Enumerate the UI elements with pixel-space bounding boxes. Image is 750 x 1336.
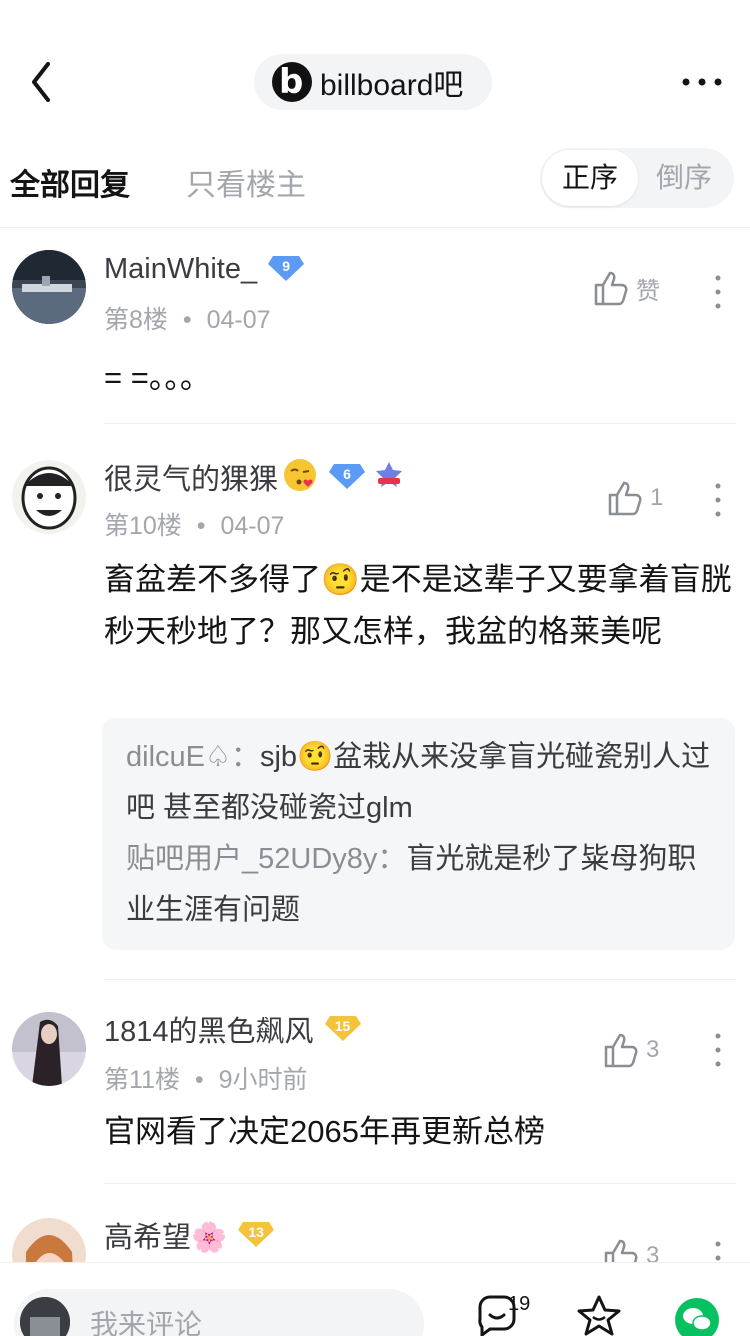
username[interactable]: MainWhite_ xyxy=(104,253,257,286)
sort-ascending-button[interactable]: 正序 xyxy=(542,150,638,206)
reply-post: 高希望🌸 13 3 xyxy=(0,1184,750,1262)
sort-toggle: 正序 倒序 xyxy=(540,148,734,208)
sub-reply-user[interactable]: dilcuE♤： xyxy=(126,741,260,773)
top-navigation-bar: b billboard吧 xyxy=(0,0,750,140)
post-more-icon[interactable] xyxy=(708,1238,728,1262)
username[interactable]: 高希望🌸 xyxy=(104,1214,227,1256)
username[interactable]: 很灵气的猓猓 xyxy=(104,456,278,498)
post-content: 官网看了决定2065年再更新总榜 xyxy=(104,1114,545,1149)
kiss-emoji-icon xyxy=(282,457,318,498)
level-badge: 15 xyxy=(324,1012,362,1047)
reply-post: 很灵气的猓猓 6 第10楼 • 04-07 1 畜盆差不多得了🤨是不是这辈子又要… xyxy=(0,424,750,980)
sub-reply: dilcuE♤：sjb🤨盆栽从来没拿盲光碰瓷别人过吧 甚至都没碰瓷过glm xyxy=(126,732,711,834)
level-badge: 9 xyxy=(267,252,305,287)
reply-post: 1814的黑色飙风 15 第11楼 • 9小时前 3 官网看了决定2065年再更… xyxy=(0,980,750,1184)
username[interactable]: 1814的黑色飙风 xyxy=(104,1008,314,1050)
member-badge-icon xyxy=(374,460,404,495)
post-meta: 第8楼 • 04-07 xyxy=(104,306,271,334)
forum-logo-icon: b xyxy=(272,62,312,102)
like-button[interactable]: 1 xyxy=(608,480,663,516)
post-date: 04-07 xyxy=(206,306,271,334)
reply-count-badge: 19 xyxy=(508,1293,531,1315)
tab-all-replies[interactable]: 全部回复 xyxy=(10,160,130,204)
post-date: 04-07 xyxy=(220,512,285,540)
username-row: 很灵气的猓猓 6 xyxy=(104,456,404,498)
username-row: 1814的黑色飙风 15 xyxy=(104,1008,362,1050)
post-date: 9小时前 xyxy=(218,1066,308,1094)
like-button[interactable]: 3 xyxy=(604,1238,659,1262)
floor-number: 第10楼 xyxy=(104,512,182,540)
username-row: 高希望🌸 13 xyxy=(104,1214,275,1256)
thumbs-up-icon xyxy=(608,481,642,516)
post-content: = =。。。 xyxy=(104,360,211,395)
floor-number: 第11楼 xyxy=(104,1066,180,1094)
star-favorite-icon[interactable] xyxy=(576,1293,622,1336)
reply-filter-tabs: 全部回复 只看楼主 正序 倒序 xyxy=(0,140,750,228)
bottom-action-bar: 我来评论 19 xyxy=(0,1262,750,1336)
like-count: 1 xyxy=(650,484,664,511)
avatar[interactable] xyxy=(12,250,86,324)
post-more-icon[interactable] xyxy=(708,272,728,312)
forum-title-pill[interactable]: b billboard吧 xyxy=(254,54,492,110)
post-more-icon[interactable] xyxy=(708,480,728,520)
avatar[interactable] xyxy=(12,1012,86,1086)
like-button[interactable]: 赞 xyxy=(594,270,660,306)
post-content: 畜盆差不多得了🤨是不是这辈子又要拿着盲胱秒天秒地了？那又怎样，我盆的格莱美呢 xyxy=(104,562,732,649)
like-count: 3 xyxy=(646,1036,660,1063)
sub-reply-user[interactable]: 贴吧用户_52UDy8y： xyxy=(126,843,406,875)
like-button[interactable]: 3 xyxy=(604,1032,659,1068)
floor-number: 第8楼 xyxy=(104,306,168,334)
like-count: 3 xyxy=(646,1242,660,1262)
reply-post: MainWhite_ 9 第8楼 • 04-07 赞 = =。。。 xyxy=(0,228,750,424)
avatar xyxy=(20,1297,70,1336)
thumbs-up-icon xyxy=(594,271,628,306)
sub-reply: 贴吧用户_52UDy8y：盲光就是秒了粊母狗职业生涯有问题 xyxy=(126,834,711,936)
sub-reply-box[interactable]: dilcuE♤：sjb🤨盆栽从来没拿盲光碰瓷别人过吧 甚至都没碰瓷过glm 贴吧… xyxy=(102,718,735,950)
thumbs-up-icon xyxy=(604,1239,638,1262)
thumbs-up-icon xyxy=(604,1033,638,1068)
more-options-icon[interactable] xyxy=(678,62,726,102)
comment-placeholder: 我来评论 xyxy=(90,1309,203,1336)
avatar[interactable] xyxy=(12,460,86,534)
tab-op-only[interactable]: 只看楼主 xyxy=(186,160,306,204)
comment-input[interactable]: 我来评论 xyxy=(14,1289,424,1336)
post-meta: 第11楼 • 9小时前 xyxy=(104,1066,308,1094)
post-more-icon[interactable] xyxy=(708,1030,728,1070)
avatar[interactable] xyxy=(12,1218,86,1262)
username-row: MainWhite_ 9 xyxy=(104,252,305,287)
level-badge: 13 xyxy=(237,1218,275,1253)
back-arrow-icon[interactable] xyxy=(22,58,62,106)
sort-descending-button[interactable]: 倒序 xyxy=(636,150,732,206)
forum-name: billboard吧 xyxy=(320,69,464,102)
wechat-share-icon[interactable] xyxy=(674,1297,720,1336)
level-badge: 6 xyxy=(328,460,366,495)
like-label: 赞 xyxy=(636,277,660,305)
post-meta: 第10楼 • 04-07 xyxy=(104,512,285,540)
